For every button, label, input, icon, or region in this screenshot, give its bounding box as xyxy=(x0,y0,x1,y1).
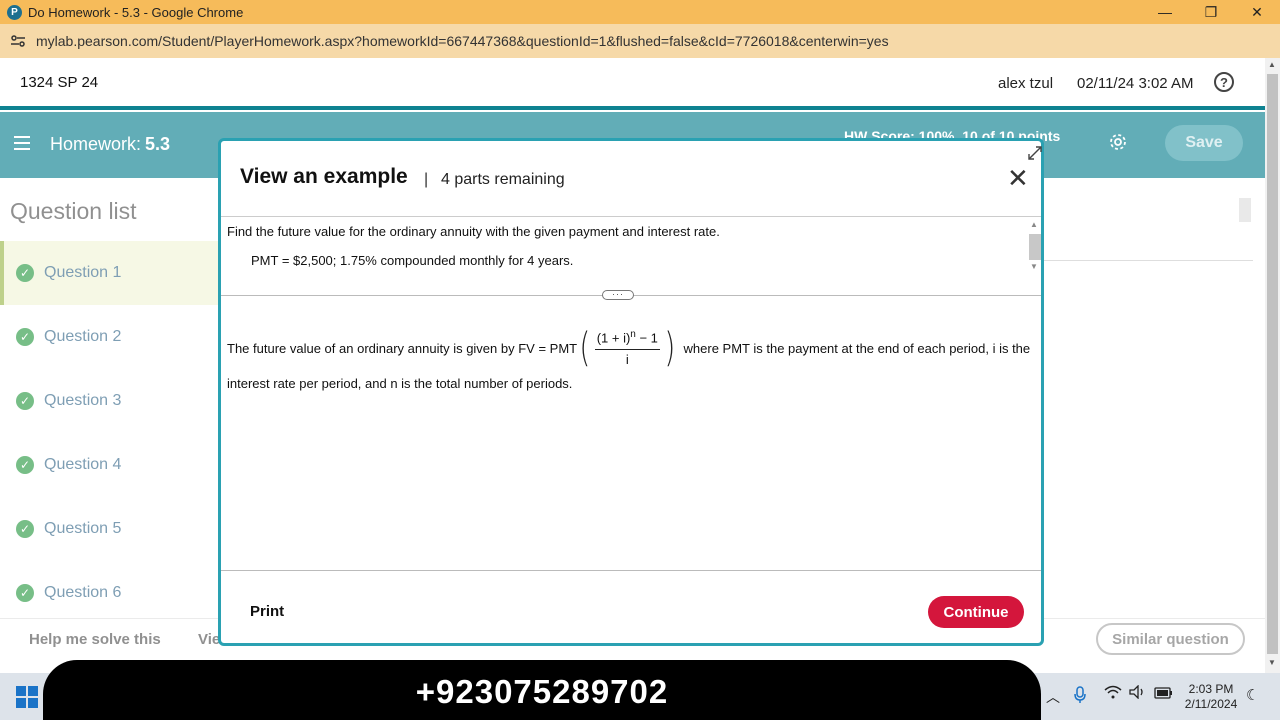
dialog-header: View an example | 4 parts remaining ✕ xyxy=(221,141,1043,217)
minimize-button[interactable]: — xyxy=(1142,0,1188,24)
url-field[interactable]: mylab.pearson.com/Student/PlayerHomework… xyxy=(36,33,889,49)
view-example-dialog: View an example | 4 parts remaining ✕ Fi… xyxy=(218,138,1044,646)
close-icon[interactable]: ✕ xyxy=(1007,165,1029,191)
window-scrollbar[interactable]: ▲ ▼ xyxy=(1265,58,1280,673)
fv-formula-fraction: (1 + i)n − 1 i xyxy=(594,329,660,367)
clock-time: 2:03 PM xyxy=(1188,682,1234,696)
wifi-icon[interactable] xyxy=(1104,685,1122,703)
dialog-title: View an example xyxy=(240,165,408,188)
title-separator: | xyxy=(424,171,429,188)
browser-title-bar: P Do Homework - 5.3 - Google Chrome — ❐ … xyxy=(0,0,1280,24)
close-window-button[interactable]: ✕ xyxy=(1234,0,1280,24)
problem-text: Find the future value for the ordinary a… xyxy=(227,224,720,239)
parts-remaining: 4 parts remaining xyxy=(441,171,565,188)
address-bar: mylab.pearson.com/Student/PlayerHomework… xyxy=(0,24,1280,58)
volume-icon[interactable] xyxy=(1129,684,1147,703)
formula-numerator: (1 + i) xyxy=(596,330,631,346)
explanation-text: The future value of an ordinary annuity … xyxy=(227,340,578,356)
phone-number-banner: +923075289702 xyxy=(43,660,1041,720)
restore-button[interactable]: ❐ xyxy=(1188,0,1234,24)
phone-number-text: +923075289702 xyxy=(415,673,669,710)
clock-date: 2/11/2024 xyxy=(1184,697,1238,711)
current-datetime: 02/11/24 3:02 AM xyxy=(1077,75,1194,92)
chevron-up-icon[interactable]: ︿ xyxy=(1046,687,1060,707)
page-header: 1324 SP 24 alex tzul 02/11/24 3:02 AM ? xyxy=(0,58,1265,110)
problem-scrollbar[interactable]: ▲ ▼ xyxy=(1027,218,1041,274)
formula-denominator: i xyxy=(625,351,629,367)
windows-start-icon[interactable] xyxy=(16,686,38,708)
left-paren: ( xyxy=(579,325,591,371)
site-settings-icon[interactable] xyxy=(8,31,28,51)
help-icon[interactable]: ? xyxy=(1214,72,1234,92)
pane-resize-handle[interactable]: ··· xyxy=(602,290,634,300)
right-paren: ) xyxy=(664,325,676,371)
dialog-footer: Print Continue xyxy=(221,570,1041,643)
problem-statement: Find the future value for the ordinary a… xyxy=(221,218,1041,296)
print-button[interactable]: Print xyxy=(250,603,284,620)
window-title: Do Homework - 5.3 - Google Chrome xyxy=(28,4,244,20)
explanation-text-cont: where PMT is the payment at the end of e… xyxy=(683,340,1031,356)
continue-button[interactable]: Continue xyxy=(928,596,1024,628)
resize-icon[interactable] xyxy=(1027,145,1043,161)
formula-numerator-suffix: − 1 xyxy=(635,330,658,346)
microphone-icon[interactable] xyxy=(1074,686,1086,708)
pearson-favicon-icon: P xyxy=(7,4,22,20)
clock[interactable]: 2:03 PM 2/11/2024 xyxy=(1184,682,1238,712)
battery-icon[interactable] xyxy=(1154,686,1174,702)
course-name: 1324 SP 24 xyxy=(20,74,99,91)
explanation-text-line2: interest rate per period, and n is the t… xyxy=(227,376,573,391)
moon-icon[interactable]: ☾ xyxy=(1246,686,1259,704)
problem-given: PMT = $2,500; 1.75% compounded monthly f… xyxy=(251,253,574,268)
example-explanation: The future value of an ordinary annuity … xyxy=(227,326,1037,391)
user-name: alex tzul xyxy=(998,75,1054,92)
